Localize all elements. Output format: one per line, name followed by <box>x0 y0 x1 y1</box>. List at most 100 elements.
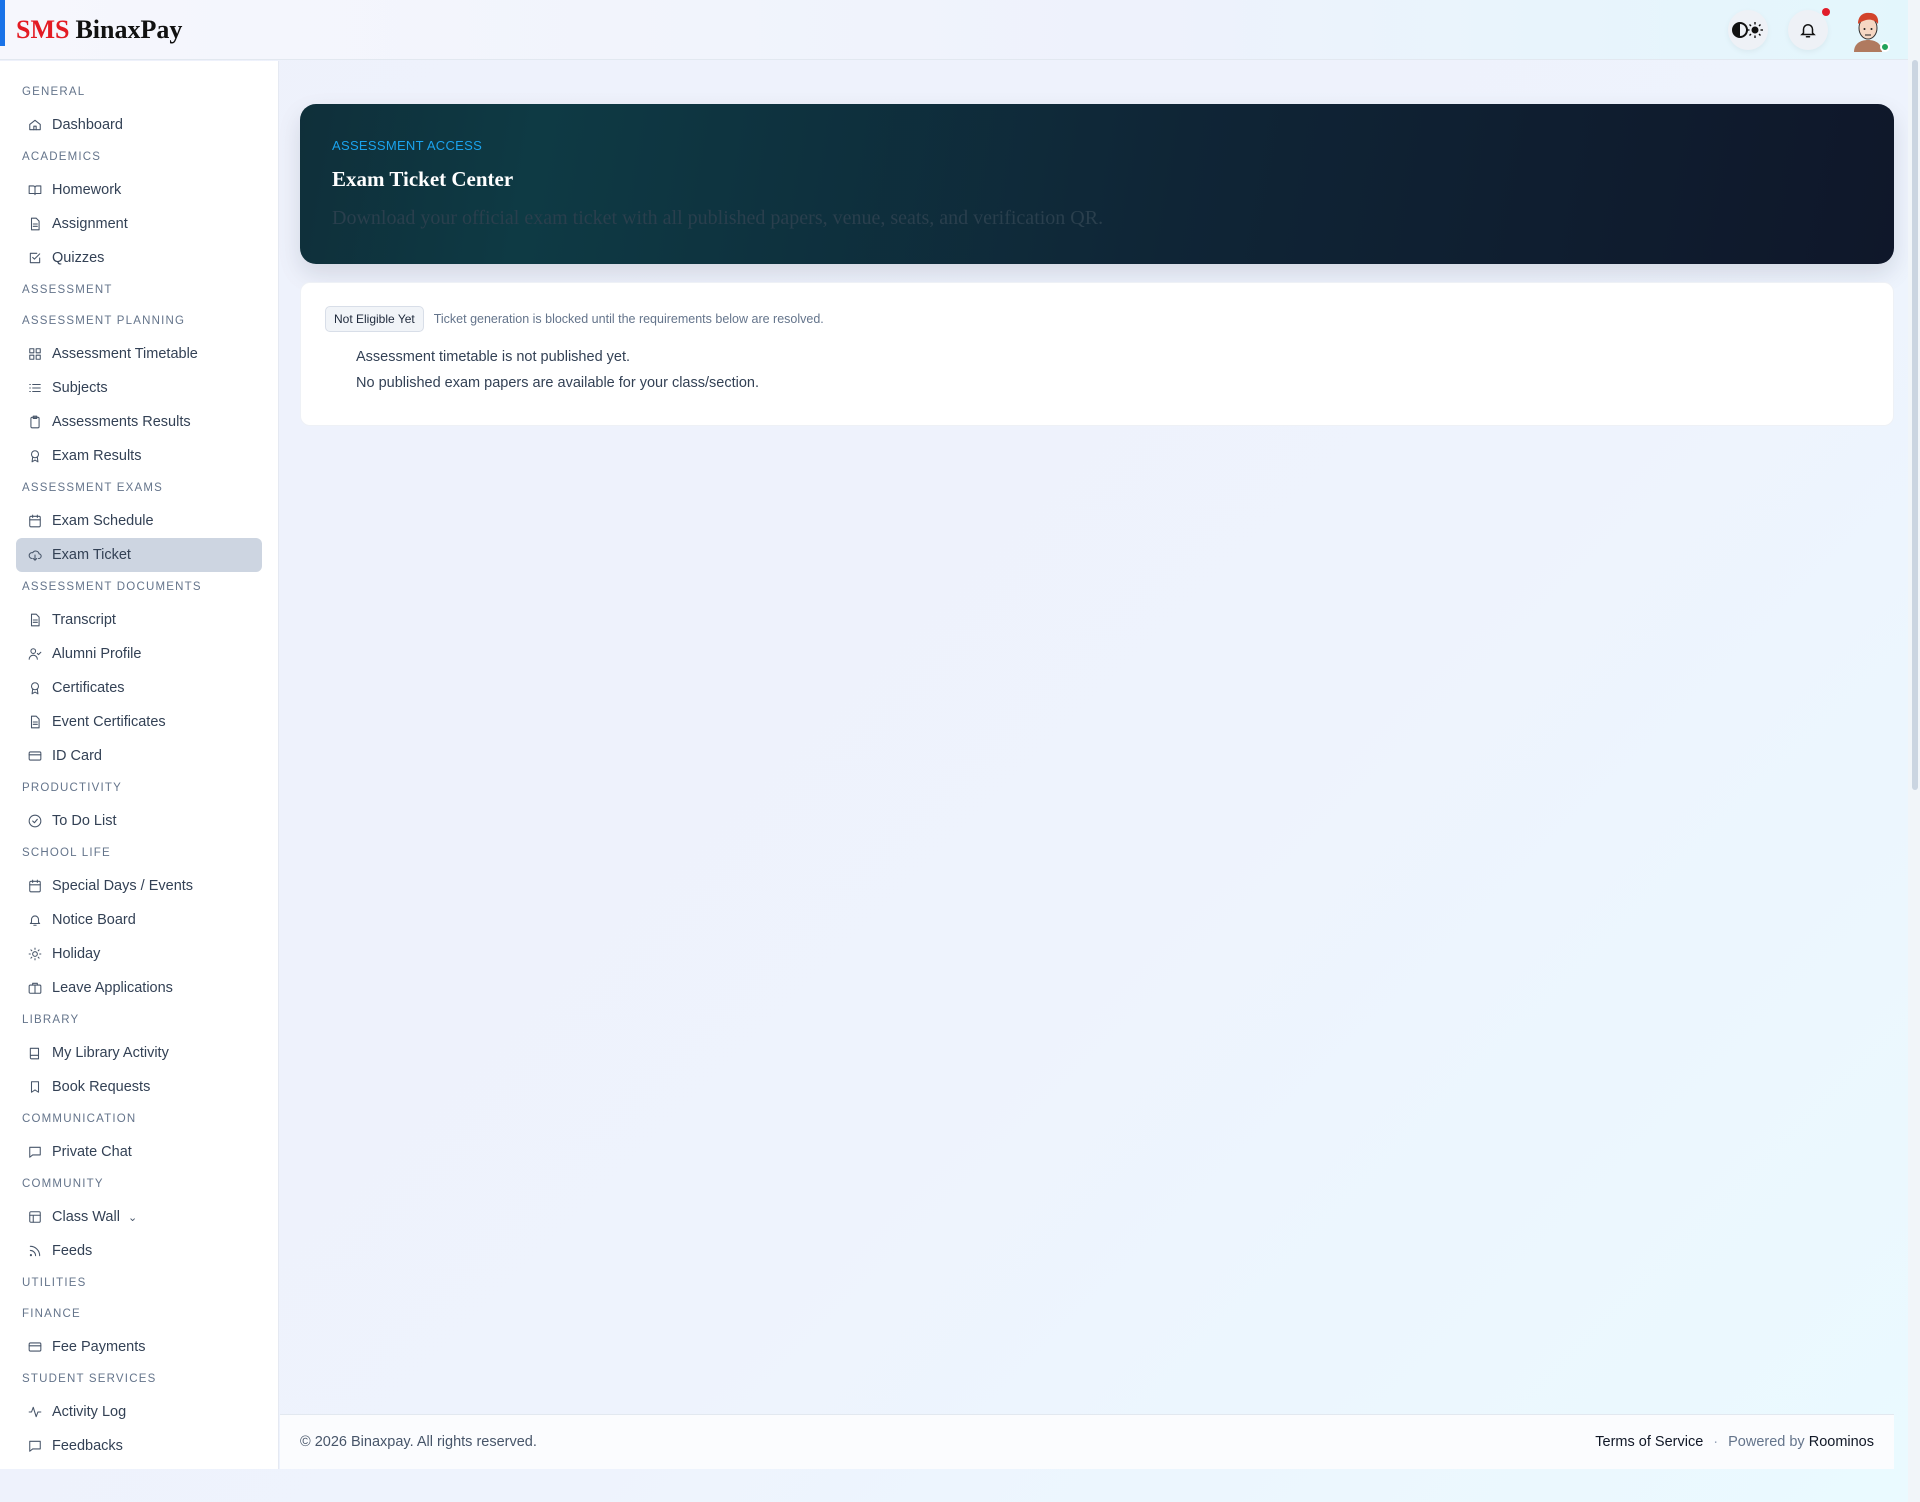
sidebar-item-book-requests[interactable]: Book Requests <box>16 1070 262 1104</box>
sidebar-item-feeds[interactable]: Feeds <box>16 1234 262 1268</box>
calendar-icon <box>29 879 41 893</box>
rss-icon <box>29 1245 41 1257</box>
sidebar-item-label: Special Days / Events <box>52 878 194 894</box>
terms-link[interactable]: Terms of Service <box>1595 1434 1703 1450</box>
sidebar-item-assessment-timetable[interactable]: Assessment Timetable <box>16 337 262 371</box>
powered-by-label: Powered by <box>1728 1434 1805 1450</box>
layout-icon <box>29 1211 41 1223</box>
award-icon <box>30 682 40 695</box>
sidebar-item-exam-ticket[interactable]: Exam Ticket <box>16 538 262 572</box>
sidebar-item-holiday[interactable]: Holiday <box>16 937 262 971</box>
sidebar-item-label: Fee Payments <box>52 1339 146 1355</box>
file-icon <box>30 613 40 627</box>
cloud-download-icon <box>28 550 42 561</box>
sidebar-item-id-card[interactable]: ID Card <box>16 739 262 773</box>
sidebar: GENERAL Dashboard ACADEMICS Homework Assignm… <box>0 61 279 1469</box>
sidebar-item-label: Dashboard <box>52 117 123 133</box>
sidebar-item-label: Exam Results <box>52 448 142 464</box>
sidebar-item-label: Quizzes <box>52 250 105 266</box>
status-badge: Not Eligible Yet <box>325 306 424 332</box>
sidebar-item-event-certificates[interactable]: Event Certificates <box>16 705 262 739</box>
sidebar-item-notice-board[interactable]: Notice Board <box>16 903 262 937</box>
list-icon <box>29 383 41 393</box>
sidebar-item-dashboard[interactable]: Dashboard <box>16 108 262 142</box>
sidebar-item-transcript[interactable]: Transcript <box>16 603 262 637</box>
sidebar-item-to-do-list[interactable]: To Do List <box>16 804 262 838</box>
page-banner: ASSESSMENT ACCESS Exam Ticket Center Dow… <box>300 104 1894 264</box>
sidebar-item-exam-schedule[interactable]: Exam Schedule <box>16 504 262 538</box>
sidebar-item-label: My Library Activity <box>52 1045 169 1061</box>
sidebar-item-label: Feedbacks <box>52 1438 123 1454</box>
sidebar-item-label: Transcript <box>52 612 116 628</box>
sidebar-item-quizzes[interactable]: Quizzes <box>16 241 262 275</box>
sidebar-section-productivity: PRODUCTIVITY <box>22 782 123 794</box>
notifications-button[interactable] <box>1788 8 1830 50</box>
sidebar-item-fee-payments[interactable]: Fee Payments <box>16 1330 262 1364</box>
clipboard-icon <box>30 415 40 429</box>
sidebar-section-finance: FINANCE <box>22 1308 81 1320</box>
sidebar-item-label: Event Certificates <box>52 714 166 730</box>
sidebar-item-label: Exam Ticket <box>52 547 131 563</box>
sidebar-item-alumni-profile[interactable]: Alumni Profile <box>16 637 262 671</box>
sidebar-item-label: Assessment Timetable <box>52 346 198 362</box>
sidebar-item-label: Feeds <box>52 1243 93 1259</box>
sidebar-section-assessment: ASSESSMENT <box>22 284 113 296</box>
theme-toggle-button[interactable] <box>1728 10 1768 50</box>
grid-icon <box>29 348 41 360</box>
sidebar-item-special-days-events[interactable]: Special Days / Events <box>16 869 262 903</box>
message-icon <box>29 1146 41 1158</box>
briefcase-icon <box>28 982 42 994</box>
sidebar-item-label: Assessments Results <box>52 414 191 430</box>
online-status-dot <box>1880 42 1890 52</box>
file-icon <box>30 715 40 729</box>
sidebar-item-my-library-activity[interactable]: My Library Activity <box>16 1036 262 1070</box>
theme-toggle-icon <box>1732 22 1763 38</box>
book-icon <box>28 185 42 196</box>
file-icon <box>30 217 40 231</box>
sidebar-item-label: Leave Applications <box>52 980 173 996</box>
brand-link[interactable]: Roominos <box>1809 1434 1874 1450</box>
sidebar-item-assignment[interactable]: Assignment <box>16 207 262 241</box>
app-logo[interactable]: SMS BinaxPay <box>16 15 182 45</box>
home-icon <box>29 119 41 131</box>
eligibility-card: Not Eligible Yet Ticket generation is bl… <box>300 282 1894 426</box>
book-closed-icon <box>29 1047 40 1060</box>
sidebar-section-assessment-exams: ASSESSMENT EXAMS <box>22 482 164 494</box>
sidebar-item-class-wall[interactable]: Class Wall ⌄ <box>16 1200 262 1234</box>
card-icon <box>28 751 42 761</box>
banner-eyebrow: ASSESSMENT ACCESS <box>332 138 483 153</box>
award-icon <box>30 450 40 463</box>
avatar[interactable] <box>1848 8 1890 52</box>
sun-icon <box>28 947 42 961</box>
sidebar-item-homework[interactable]: Homework <box>16 173 262 207</box>
sidebar-section-utilities: UTILITIES <box>22 1277 87 1289</box>
sidebar-item-private-chat[interactable]: Private Chat <box>16 1135 262 1169</box>
sidebar-item-label: Class Wall <box>52 1209 120 1225</box>
sidebar-section-community: COMMUNITY <box>22 1178 104 1190</box>
chevron-down-icon[interactable]: ⌄ <box>128 1211 137 1224</box>
sidebar-item-label: Assignment <box>52 216 128 232</box>
sidebar-item-exam-results[interactable]: Exam Results <box>16 439 262 473</box>
requirement-item: Assessment timetable is not published ye… <box>356 349 631 365</box>
page-scrollbar[interactable] <box>1908 0 1920 1502</box>
sidebar-item-feedbacks[interactable]: Feedbacks <box>16 1429 262 1463</box>
sidebar-item-subjects[interactable]: Subjects <box>16 371 262 405</box>
scrollbar-thumb[interactable] <box>1912 60 1918 790</box>
calendar-icon <box>29 514 41 528</box>
sidebar-item-leave-applications[interactable]: Leave Applications <box>16 971 262 1005</box>
sidebar-item-activity-log[interactable]: Activity Log <box>16 1395 262 1429</box>
sidebar-section-academics: ACADEMICS <box>22 151 102 163</box>
sidebar-item-label: Alumni Profile <box>52 646 142 662</box>
sidebar-item-label: Private Chat <box>52 1144 132 1160</box>
bookmark-icon <box>30 1081 40 1093</box>
check-square-icon <box>29 252 41 264</box>
sidebar-item-label: Exam Schedule <box>52 513 154 529</box>
activity-icon <box>28 1406 42 1418</box>
sidebar-section-student-services: STUDENT SERVICES <box>22 1373 157 1385</box>
bell-icon <box>29 915 41 926</box>
sidebar-item-label: Holiday <box>52 946 101 962</box>
accent-bar <box>0 0 5 46</box>
card-icon <box>28 1342 42 1352</box>
sidebar-item-assessments-results[interactable]: Assessments Results <box>16 405 262 439</box>
sidebar-item-certificates[interactable]: Certificates <box>16 671 262 705</box>
